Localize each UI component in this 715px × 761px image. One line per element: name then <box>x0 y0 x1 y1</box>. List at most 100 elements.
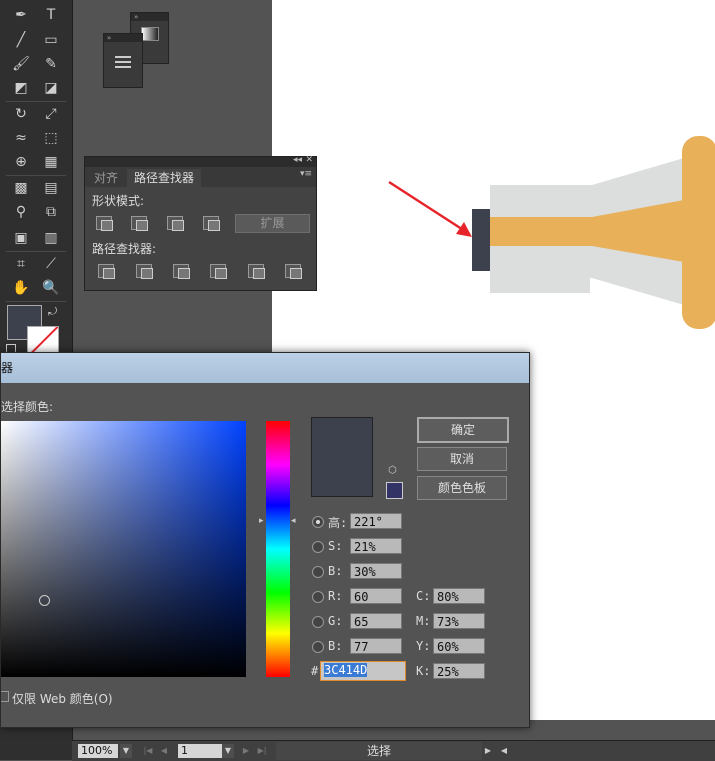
warp-tool-icon[interactable]: ≈ <box>10 128 32 148</box>
hue-slider-right-arrow-icon[interactable]: ◂ <box>291 516 296 526</box>
saturation-brightness-field[interactable] <box>1 421 246 677</box>
color-swatches-button[interactable]: 颜色色板 <box>417 476 507 500</box>
hue-slider[interactable] <box>266 421 290 677</box>
gradient-icon[interactable] <box>141 27 159 41</box>
intersect-icon[interactable] <box>167 216 184 231</box>
trim-icon[interactable] <box>136 264 153 279</box>
green-input[interactable]: 65 <box>350 613 402 629</box>
dialog-title-bar[interactable]: 器 <box>1 353 529 383</box>
panel-header[interactable]: ◂◂ ✕ <box>85 155 316 167</box>
exclude-icon[interactable] <box>203 216 220 231</box>
tab-align[interactable]: 对齐 <box>87 169 125 187</box>
swap-colors-icon[interactable]: ⤾ <box>48 305 57 319</box>
panel-menu-icon[interactable]: ▾≡ <box>300 169 312 179</box>
first-artboard-icon[interactable]: |◀ <box>142 744 154 758</box>
blue-input[interactable]: 77 <box>350 638 402 654</box>
pencil-tool-icon[interactable]: ✎ <box>40 54 62 74</box>
minus-back-icon[interactable] <box>285 264 302 279</box>
saturation-label: S: <box>328 539 343 553</box>
status-bar: 100% ▼ |◀ ◀ 1 ▼ ▶ ▶| 选择 ▶ ◀ <box>72 740 715 761</box>
saturation-input[interactable]: 21% <box>350 538 402 554</box>
minus-front-icon[interactable] <box>131 216 148 231</box>
blue-radio[interactable] <box>312 641 324 653</box>
cyan-input[interactable]: 80% <box>433 588 485 604</box>
red-input[interactable]: 60 <box>350 588 402 604</box>
hue-slider-left-arrow-icon[interactable]: ▸ <box>259 516 264 526</box>
hue-radio[interactable] <box>312 516 324 528</box>
brightness-input[interactable]: 30% <box>350 563 402 579</box>
free-transform-tool-icon[interactable]: ⬚ <box>40 128 62 148</box>
mesh-tool-icon[interactable]: ▩ <box>10 178 32 198</box>
blend-tool-icon[interactable]: ⧉ <box>40 202 62 222</box>
collapse-icon[interactable]: ◂◂ <box>293 155 302 165</box>
current-tool-status: 选择 <box>276 742 482 760</box>
web-only-checkbox[interactable] <box>1 691 9 702</box>
yellow-label: Y: <box>416 639 431 653</box>
shape-builder-tool-icon[interactable]: ⊕ <box>10 152 32 172</box>
black-input[interactable]: 25% <box>433 663 485 679</box>
panel-collapse-icon[interactable]: » <box>104 34 142 42</box>
eraser-tool-icon[interactable]: ◪ <box>40 78 62 98</box>
line-tool-icon[interactable]: ╱ <box>10 30 32 50</box>
cyan-label: C: <box>416 589 431 603</box>
select-color-label: 选择颜色: <box>1 400 54 414</box>
yellow-input[interactable]: 60% <box>433 638 485 654</box>
cancel-button[interactable]: 取消 <box>417 447 507 471</box>
expand-button[interactable]: 扩展 <box>235 214 310 233</box>
pathfinder-panel: ◂◂ ✕ 对齐 路径查找器 ▾≡ 形状模式: 扩展 路径查找器: <box>84 155 317 291</box>
hex-input[interactable]: 3C414D <box>320 661 406 681</box>
panel-tabs: 对齐 路径查找器 ▾≡ <box>85 167 316 187</box>
status-menu-icon[interactable]: ▶ <box>482 744 494 758</box>
panel-collapse-icon[interactable]: » <box>131 13 168 21</box>
divide-icon[interactable] <box>98 264 115 279</box>
ok-button[interactable]: 确定 <box>417 417 509 443</box>
scroll-left-icon[interactable]: ◀ <box>498 744 510 758</box>
last-artboard-icon[interactable]: ▶| <box>256 744 268 758</box>
brightness-radio[interactable] <box>312 566 324 578</box>
outline-icon[interactable] <box>248 264 265 279</box>
artboard-tool-icon[interactable]: ⌗ <box>10 254 32 274</box>
column-graph-tool-icon[interactable]: ▥ <box>40 228 62 248</box>
hex-value-selection: 3C414D <box>324 663 368 677</box>
prev-artboard-icon[interactable]: ◀ <box>158 744 170 758</box>
hue-input[interactable]: 221° <box>350 513 402 529</box>
type-tool-icon[interactable]: T <box>40 5 62 25</box>
artboard-dropdown-icon[interactable]: ▼ <box>222 744 234 758</box>
blob-brush-tool-icon[interactable]: ◩ <box>10 78 32 98</box>
web-safe-color-swatch[interactable] <box>386 482 403 499</box>
zoom-tool-icon[interactable]: 🔍 <box>40 278 62 298</box>
stroke-color-swatch[interactable] <box>27 326 59 354</box>
symbol-sprayer-tool-icon[interactable]: ▣ <box>10 228 32 248</box>
tab-pathfinder[interactable]: 路径查找器 <box>127 169 202 187</box>
artboard-number-field[interactable]: 1 <box>178 744 222 758</box>
unite-icon[interactable] <box>96 216 113 231</box>
paintbrush-tool-icon[interactable]: 🖌 <box>10 54 32 74</box>
magenta-input[interactable]: 73% <box>433 613 485 629</box>
scale-tool-icon[interactable]: ⤢ <box>40 104 62 124</box>
color-marker[interactable] <box>39 595 50 606</box>
perspective-grid-tool-icon[interactable]: ▦ <box>40 152 62 172</box>
orange-end-cap <box>682 136 715 329</box>
gradient-tool-icon[interactable]: ▤ <box>40 178 62 198</box>
pen-tool-icon[interactable]: ✒ <box>10 5 32 25</box>
merge-icon[interactable] <box>173 264 190 279</box>
layers-mini-panel[interactable]: » <box>103 33 143 88</box>
hand-tool-icon[interactable]: ✋ <box>10 278 32 298</box>
red-label: R: <box>328 589 343 603</box>
rectangle-tool-icon[interactable]: ▭ <box>40 30 62 50</box>
eyedropper-tool-icon[interactable]: ⚲ <box>10 202 32 222</box>
zoom-field[interactable]: 100% <box>78 744 118 758</box>
green-radio[interactable] <box>312 616 324 628</box>
web-safe-warning-icon[interactable]: ⬡ <box>388 465 397 476</box>
slice-tool-icon[interactable]: ⟋ <box>40 254 62 274</box>
menu-lines-icon[interactable] <box>115 56 131 68</box>
rotate-tool-icon[interactable]: ↻ <box>10 104 32 124</box>
crop-icon[interactable] <box>210 264 227 279</box>
close-icon[interactable]: ✕ <box>305 155 313 165</box>
shape-modes-label: 形状模式: <box>92 194 145 208</box>
next-artboard-icon[interactable]: ▶ <box>240 744 252 758</box>
red-radio[interactable] <box>312 591 324 603</box>
saturation-radio[interactable] <box>312 541 324 553</box>
zoom-dropdown-icon[interactable]: ▼ <box>120 744 132 758</box>
dark-cap-rect <box>472 209 490 271</box>
